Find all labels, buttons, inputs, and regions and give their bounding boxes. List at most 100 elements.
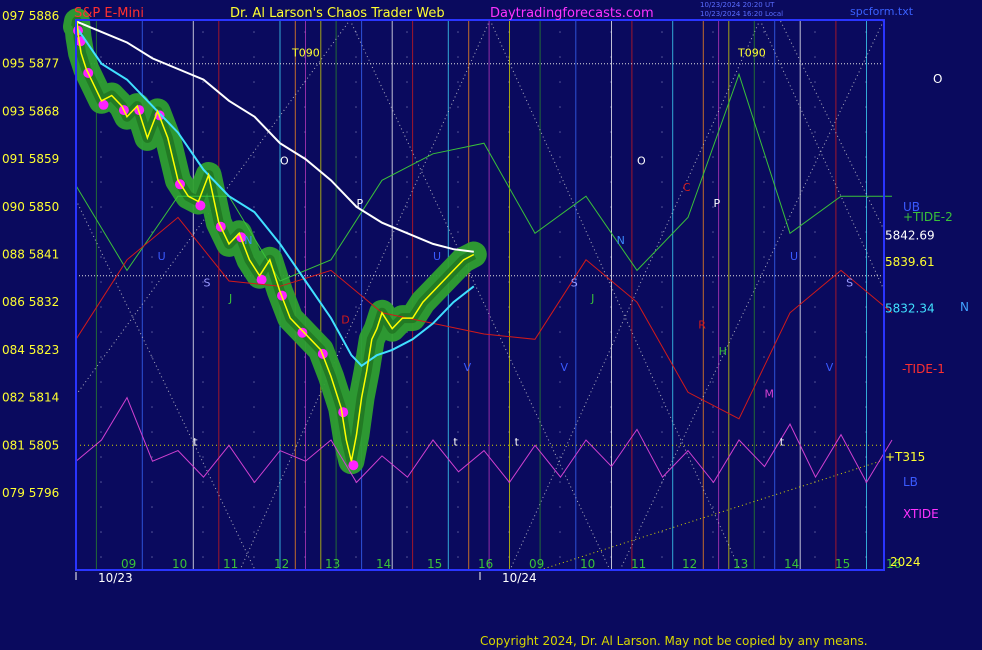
y-tick-label: 090 5850 xyxy=(2,200,59,214)
grid-dot xyxy=(763,231,765,233)
grid-dot xyxy=(100,231,102,233)
grid-dot xyxy=(559,31,561,33)
grid-dot xyxy=(406,431,408,433)
grid-dot xyxy=(406,206,408,208)
grid-dot xyxy=(712,381,714,383)
grid-dot xyxy=(355,531,357,533)
grid-dot xyxy=(712,106,714,108)
grid-dot xyxy=(100,281,102,283)
plot-letter: V xyxy=(826,361,834,374)
grid-dot xyxy=(559,231,561,233)
grid-dot xyxy=(763,531,765,533)
grid-dot xyxy=(202,406,204,408)
diagonal-line xyxy=(489,19,741,571)
grid-dot xyxy=(406,181,408,183)
grid-dot xyxy=(661,406,663,408)
grid-dot xyxy=(457,31,459,33)
grid-dot xyxy=(202,381,204,383)
grid-dot xyxy=(100,306,102,308)
grid-dot xyxy=(253,306,255,308)
site-url[interactable]: Daytradingforecasts.com xyxy=(490,6,654,21)
grid-dot xyxy=(712,156,714,158)
grid-dot xyxy=(355,106,357,108)
grid-dot xyxy=(100,556,102,558)
grid-dot xyxy=(100,256,102,258)
grid-layer xyxy=(100,31,867,558)
grid-dot xyxy=(712,406,714,408)
grid-dot xyxy=(559,281,561,283)
grid-dot xyxy=(202,256,204,258)
grid-dot xyxy=(253,406,255,408)
grid-dot xyxy=(814,31,816,33)
grid-dot xyxy=(661,106,663,108)
x-tick-label: 14 xyxy=(784,557,799,571)
chaos-trader-chart: T090 T090 OPNU USJDOCPNSJRHMUSV V Vt t t t S&P … xyxy=(2,1,969,585)
grid-dot xyxy=(661,231,663,233)
plot-letter: R xyxy=(698,319,706,332)
grid-dot xyxy=(202,306,204,308)
grid-dot xyxy=(355,306,357,308)
grid-dot xyxy=(559,531,561,533)
grid-dot xyxy=(457,356,459,358)
grid-dot xyxy=(100,331,102,333)
grid-dot xyxy=(253,431,255,433)
year-label: 2024 xyxy=(890,555,921,569)
grid-dot xyxy=(406,281,408,283)
magenta-dot xyxy=(195,200,206,211)
grid-dot xyxy=(712,331,714,333)
grid-dot xyxy=(814,206,816,208)
right-legend-label: +T315 xyxy=(885,450,925,464)
t315-line xyxy=(539,459,885,571)
grid-dot xyxy=(457,406,459,408)
grid-dot xyxy=(202,556,204,558)
grid-dot xyxy=(151,531,153,533)
grid-dot xyxy=(763,81,765,83)
grid-dot xyxy=(661,431,663,433)
timestamp-local: 10/23/2024 16:20 Local xyxy=(700,10,783,18)
grid-dot xyxy=(151,181,153,183)
grid-dot xyxy=(100,206,102,208)
price-band xyxy=(63,8,487,475)
grid-dot xyxy=(406,106,408,108)
grid-dot xyxy=(763,306,765,308)
grid-dot xyxy=(763,256,765,258)
grid-dot xyxy=(559,181,561,183)
grid-dot xyxy=(406,256,408,258)
x-tick-label: 09 xyxy=(121,557,136,571)
grid-dot xyxy=(712,281,714,283)
grid-dot xyxy=(559,106,561,108)
grid-dot xyxy=(457,556,459,558)
right-legend-label: +TIDE-2 xyxy=(903,210,953,224)
grid-dot xyxy=(763,106,765,108)
grid-dot xyxy=(814,306,816,308)
xtide-line xyxy=(75,396,893,484)
y-tick-label: 082 5814 xyxy=(2,391,59,405)
grid-dot xyxy=(151,556,153,558)
grid-dot xyxy=(712,531,714,533)
magenta-dot xyxy=(98,99,109,110)
plot-letter: O xyxy=(637,154,646,167)
grid-dot xyxy=(202,81,204,83)
grid-dot xyxy=(763,456,765,458)
grid-dot xyxy=(253,231,255,233)
grid-dot xyxy=(406,381,408,383)
grid-dot xyxy=(559,156,561,158)
x-tick-label: 15 xyxy=(427,557,442,571)
grid-dot xyxy=(457,56,459,58)
price-label: 5832.34 xyxy=(885,301,935,315)
plot-letter: S xyxy=(204,276,211,289)
grid-dot xyxy=(202,506,204,508)
instrument-title: S&P E-Mini xyxy=(74,6,144,21)
y-tick-label: 079 5796 xyxy=(2,486,59,500)
grid-dot xyxy=(712,31,714,33)
plot-letter: S xyxy=(846,276,853,289)
file-name: spcform.txt xyxy=(850,5,914,18)
x-tick-label: 13 xyxy=(325,557,340,571)
plot-letter: M xyxy=(765,388,775,401)
grid-dot xyxy=(559,56,561,58)
plot-letter: t xyxy=(515,435,520,448)
grid-dot xyxy=(763,156,765,158)
x-tick-label: 11 xyxy=(223,557,238,571)
grid-dot xyxy=(253,531,255,533)
copyright-notice: Copyright 2024, Dr. Al Larson. May not b… xyxy=(480,634,868,648)
